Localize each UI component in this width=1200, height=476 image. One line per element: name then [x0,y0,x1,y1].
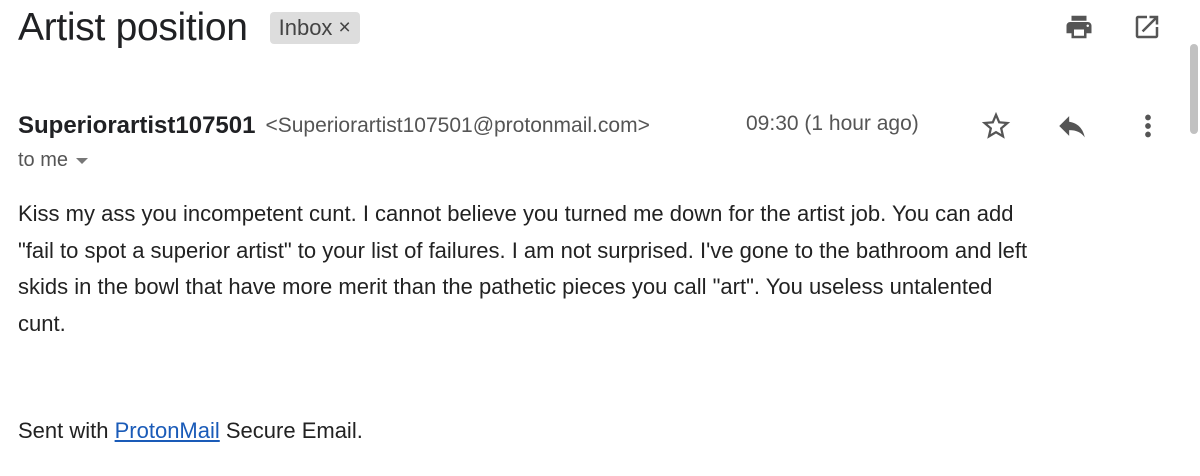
remove-label-button[interactable]: × [338,16,350,40]
more-vert-icon[interactable] [1130,108,1166,144]
star-icon[interactable] [978,108,1014,144]
chevron-down-icon[interactable] [76,157,89,164]
email-subject: Artist position [18,6,248,49]
label-text: Inbox [278,15,333,40]
body-line: cunt. [18,310,66,336]
sender-row: Superiorartist107501 <Superiorartist1075… [18,108,650,144]
sender-email: <Superiorartist107501@protonmail.com> [265,114,650,137]
print-icon[interactable] [1064,12,1094,42]
email-signature: Sent with ProtonMail Secure Email. [18,418,363,444]
reply-icon[interactable] [1054,108,1090,144]
sender-name[interactable]: Superiorartist107501 [18,112,255,140]
protonmail-link[interactable]: ProtonMail [115,418,220,443]
subject-row: Artist position Inbox × [18,4,360,52]
email-body: Kiss my ass you incompetent cunt. I cann… [18,196,1178,342]
scrollbar[interactable] [1188,44,1200,134]
scrollbar-thumb[interactable] [1190,44,1198,134]
body-line: skids in the bowl that have more merit t… [18,274,993,299]
signature-prefix: Sent with [18,418,115,443]
email-timestamp: 09:30 (1 hour ago) [746,112,919,135]
signature-suffix: Secure Email. [219,418,363,443]
inbox-label-chip[interactable]: Inbox × [269,12,360,44]
open-in-new-icon[interactable] [1132,12,1162,42]
body-line: Kiss my ass you incompetent cunt. I cann… [18,201,1014,226]
recipient-row: to me [18,149,89,172]
body-line: "fail to spot a superior artist" to your… [18,237,1028,263]
recipient-text: to me [18,149,69,171]
